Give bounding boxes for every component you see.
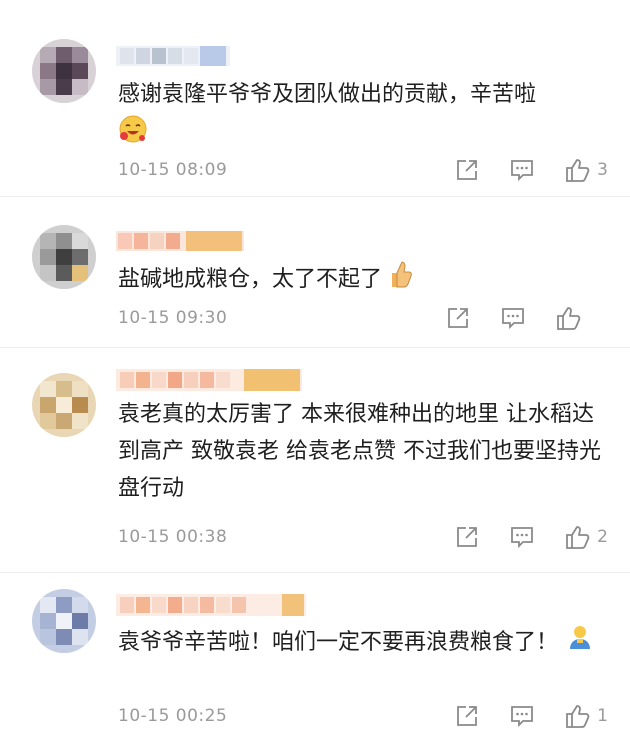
- share-icon: [457, 706, 478, 726]
- timestamp: 10-15 00:38: [118, 527, 228, 547]
- like-button[interactable]: 2: [565, 524, 608, 550]
- share-button[interactable]: [446, 306, 470, 330]
- comment-icon: [511, 527, 534, 549]
- avatar-mosaic: [32, 39, 96, 103]
- timestamp: 10-15 09:30: [118, 308, 228, 328]
- share-button[interactable]: [455, 704, 479, 728]
- avatar[interactable]: [32, 589, 96, 653]
- avatar[interactable]: [32, 39, 96, 103]
- share-button[interactable]: [455, 525, 479, 549]
- comment-item: 感谢袁隆平爷爷及团队做出的贡献，辛苦啦 10-15 08:09 3: [0, 0, 630, 197]
- like-button[interactable]: 3: [565, 157, 608, 183]
- person-emoji: [565, 623, 595, 663]
- comment-icon: [511, 706, 534, 728]
- avatar[interactable]: [32, 373, 96, 437]
- thumbs-up-icon: [566, 705, 590, 728]
- comment-button[interactable]: [510, 525, 534, 549]
- share-button[interactable]: [455, 158, 479, 182]
- comment-item: 盐碱地成粮仓，太了不起了 10-15 09:30: [0, 197, 630, 348]
- like-button[interactable]: [556, 305, 598, 331]
- thumbs-up-icon: [566, 526, 590, 549]
- comment-text: 感谢袁隆平爷爷及团队做出的贡献，辛苦啦: [118, 82, 537, 107]
- comment-button[interactable]: [510, 158, 534, 182]
- laughing-face-emoji: [118, 114, 148, 148]
- comment-text: 袁爷爷辛苦啦！咱们一定不要再浪费粮食了！: [118, 623, 606, 663]
- timestamp: 10-15 00:25: [118, 706, 228, 726]
- comment-item: 袁爷爷辛苦啦！咱们一定不要再浪费粮食了！ 10-15 00:25 1: [0, 573, 630, 737]
- thumbs-up-icon: [566, 159, 590, 182]
- like-count: 1: [597, 706, 608, 726]
- like-button[interactable]: 1: [565, 703, 608, 729]
- avatar[interactable]: [32, 225, 96, 289]
- share-icon: [457, 527, 478, 547]
- username-blurred[interactable]: [116, 594, 306, 616]
- username-blurred[interactable]: [116, 231, 244, 251]
- like-count: 3: [597, 160, 608, 180]
- timestamp: 10-15 08:09: [118, 160, 228, 180]
- username-blurred[interactable]: [116, 46, 230, 66]
- thumbs-up-emoji: [389, 259, 413, 301]
- comment-icon: [502, 308, 524, 330]
- comment-item: 袁老真的太厉害了 本来很难种出的地里 让水稻达到高产 致敬袁老 给袁老点赞 不过…: [0, 348, 630, 573]
- avatar-mosaic: [32, 589, 96, 653]
- thumbs-up-icon: [557, 307, 581, 330]
- avatar-mosaic: [32, 225, 96, 289]
- share-icon: [448, 308, 468, 328]
- comment-button[interactable]: [510, 704, 534, 728]
- avatar-mosaic: [32, 373, 96, 437]
- comment-text: 袁老真的太厉害了 本来很难种出的地里 让水稻达到高产 致敬袁老 给袁老点赞 不过…: [118, 402, 601, 501]
- username-blurred[interactable]: [116, 369, 302, 391]
- share-icon: [457, 160, 478, 180]
- comment-button[interactable]: [501, 306, 525, 330]
- comment-text: 盐碱地成粮仓，太了不起了: [118, 259, 606, 301]
- like-count: 2: [597, 527, 608, 547]
- comment-icon: [511, 160, 534, 182]
